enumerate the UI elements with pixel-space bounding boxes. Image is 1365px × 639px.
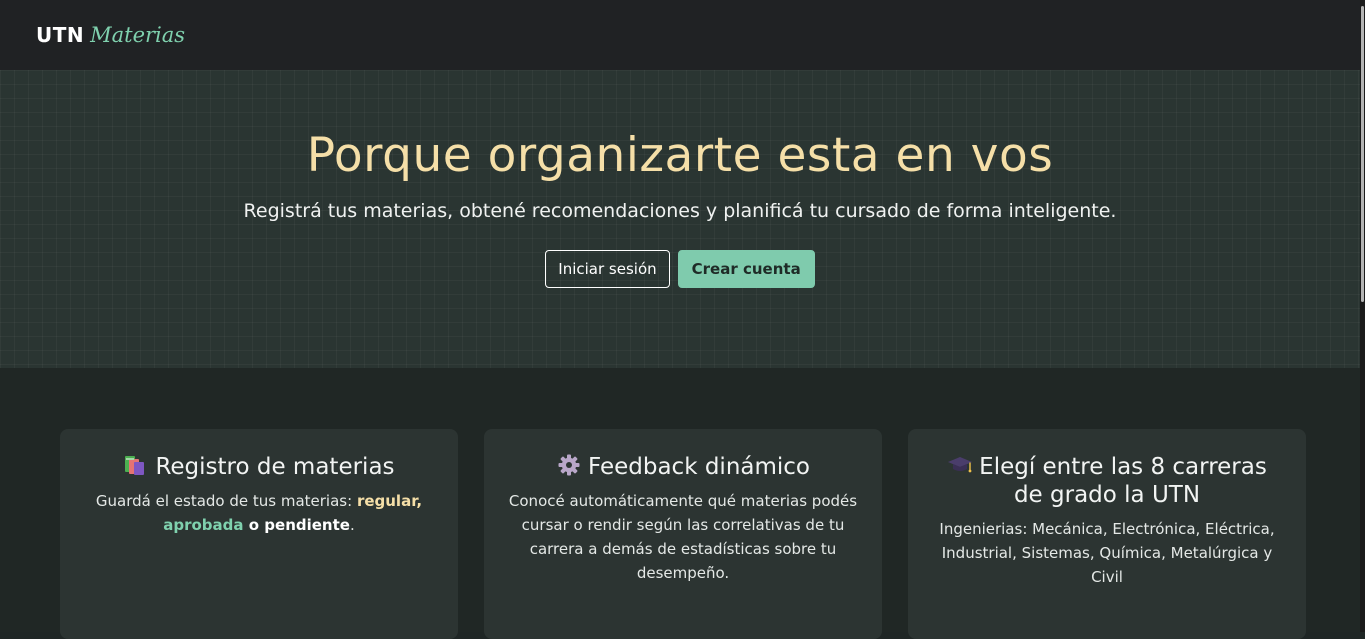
feature-card-feedback: Feedback dinámico Conocé automáticamente… bbox=[484, 429, 882, 639]
scrollbar-thumb[interactable] bbox=[1361, 6, 1364, 302]
gear-icon bbox=[558, 454, 580, 476]
state-pendiente: pendiente bbox=[264, 516, 350, 534]
login-button[interactable]: Iniciar sesión bbox=[545, 250, 670, 288]
feature-text-suffix: . bbox=[349, 516, 355, 534]
brand-materias-text: Materias bbox=[90, 23, 186, 47]
hero-subtitle: Registrá tus materias, obtené recomendac… bbox=[243, 200, 1117, 222]
brand-utn-text: UTN bbox=[36, 23, 85, 47]
hero-section: Porque organizarte esta en vos Registrá … bbox=[0, 70, 1360, 368]
state-regular: regular, bbox=[356, 492, 423, 510]
feature-card-title-text: Elegí entre las 8 carreras de grado la U… bbox=[979, 454, 1267, 508]
feature-card-title-text: Registro de materias bbox=[155, 454, 395, 480]
feature-text-prefix: Guardá el estado de tus materias: bbox=[95, 492, 357, 510]
brand-logo[interactable]: UTN Materias bbox=[36, 23, 185, 47]
feature-card-carreras: Elegí entre las 8 carreras de grado la U… bbox=[908, 429, 1306, 639]
feature-card-text: Conocé automáticamente qué materias podé… bbox=[508, 492, 858, 582]
features-section: Registro de materias Guardá el estado de… bbox=[0, 368, 1360, 639]
feature-card-title-text: Feedback dinámico bbox=[587, 454, 810, 480]
books-icon bbox=[125, 456, 145, 475]
hero-actions: Iniciar sesión Crear cuenta bbox=[0, 250, 1360, 288]
feature-card-registro: Registro de materias Guardá el estado de… bbox=[60, 429, 458, 639]
feature-card-title: Elegí entre las 8 carreras de grado la U… bbox=[930, 453, 1284, 509]
feature-card-text: Ingenierias: Mecánica, Electrónica, Eléc… bbox=[939, 520, 1275, 586]
feature-card-title: Feedback dinámico bbox=[506, 453, 860, 481]
navbar: UTN Materias bbox=[0, 0, 1360, 70]
hero-title: Porque organizarte esta en vos bbox=[306, 128, 1054, 183]
page-scrollbar[interactable] bbox=[1360, 0, 1365, 632]
feature-card-title: Registro de materias bbox=[82, 453, 436, 481]
signup-button[interactable]: Crear cuenta bbox=[677, 250, 815, 288]
state-aprobada: aprobada bbox=[163, 516, 244, 534]
state-connector: o bbox=[243, 516, 265, 534]
graduation-cap-icon bbox=[948, 457, 973, 473]
feature-card-text: Guardá el estado de tus materias: regula… bbox=[82, 489, 436, 537]
